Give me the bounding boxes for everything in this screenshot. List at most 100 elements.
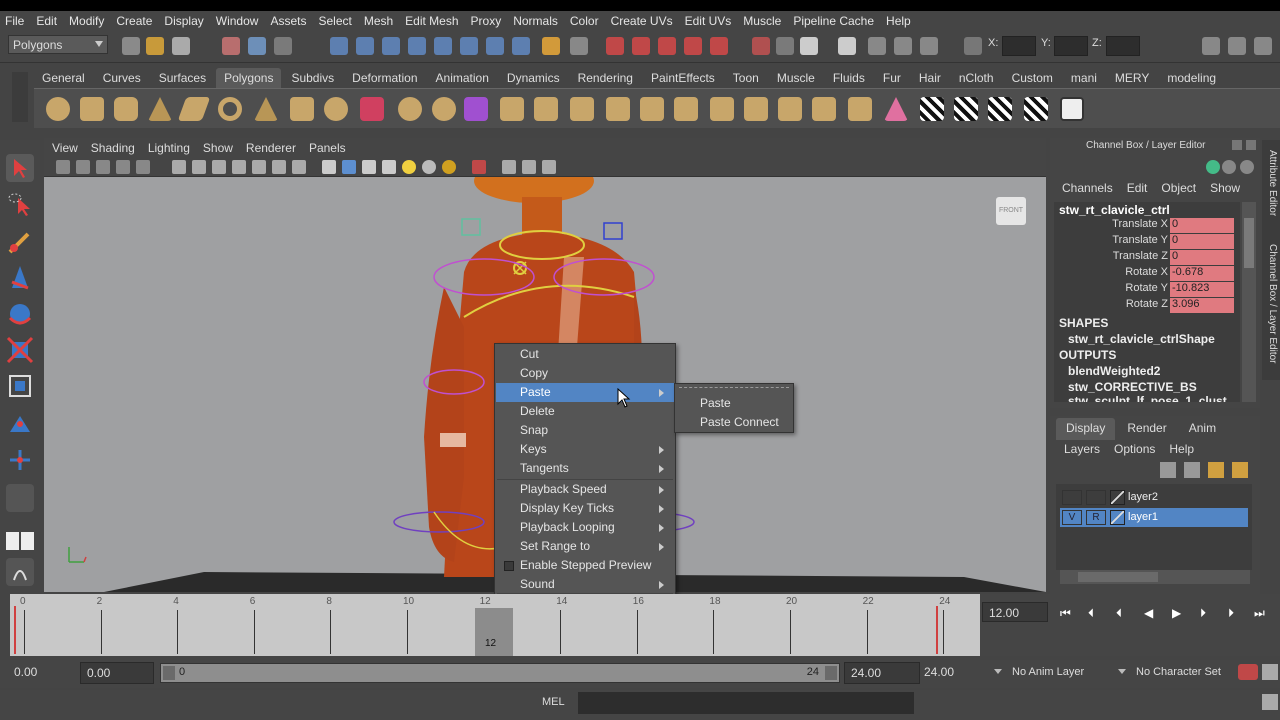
- channel-scrollbar[interactable]: [1242, 202, 1256, 402]
- menu-item-delete[interactable]: Delete: [496, 402, 674, 421]
- character-set-dropdown[interactable]: No Character Set: [1136, 666, 1221, 678]
- uv-snapshot-icon[interactable]: [1024, 97, 1048, 121]
- menu-item-sound[interactable]: Sound: [496, 575, 674, 594]
- menu-select[interactable]: Select: [318, 14, 351, 28]
- output-item[interactable]: stw_CORRECTIVE_BS: [1068, 380, 1197, 394]
- go-to-end-icon[interactable]: ⏭: [1254, 606, 1265, 621]
- time-slider[interactable]: 0 2 4 6 8 10 12 14 16 18 20 22 24 12: [10, 594, 980, 656]
- new-layer-selected-icon[interactable]: [1184, 462, 1200, 478]
- attribute-row[interactable]: Rotate Y -10.823: [1054, 282, 1234, 298]
- channel-menu-channels[interactable]: Channels: [1062, 181, 1113, 197]
- render-frame-icon[interactable]: [838, 37, 856, 55]
- layer-color-icon[interactable]: [1110, 490, 1125, 505]
- snap-view-plane-icon[interactable]: [684, 37, 702, 55]
- playback-end-field[interactable]: 24.00: [844, 662, 920, 684]
- poly-cone-icon[interactable]: [148, 97, 172, 121]
- shelf-tab-fur[interactable]: Fur: [875, 68, 909, 88]
- layer-row[interactable]: layer2: [1060, 488, 1248, 507]
- go-to-start-icon[interactable]: ⏮: [1060, 606, 1071, 621]
- z-field[interactable]: [1106, 36, 1140, 56]
- select-object-icon[interactable]: [248, 37, 266, 55]
- poly-pyramid-icon[interactable]: [290, 97, 314, 121]
- poke-icon[interactable]: [812, 97, 836, 121]
- grid-icon[interactable]: [172, 160, 186, 174]
- menu-item-playback-looping[interactable]: Playback Looping: [496, 518, 674, 537]
- poly-sphere-icon[interactable]: [46, 97, 70, 121]
- panel-menu-show[interactable]: Show: [203, 141, 233, 155]
- shelf-tab-ncloth[interactable]: nCloth: [951, 68, 1002, 88]
- move-layer-down-icon[interactable]: [1232, 462, 1248, 478]
- attribute-editor-tab[interactable]: Attribute Editor: [1264, 150, 1278, 230]
- bevel-icon[interactable]: [710, 97, 734, 121]
- panel-menu-lighting[interactable]: Lighting: [148, 141, 190, 155]
- menu-edit-uvs[interactable]: Edit UVs: [685, 14, 732, 28]
- split-polygon-icon[interactable]: [606, 97, 630, 121]
- select-rendering-icon[interactable]: [486, 37, 504, 55]
- show-hide-tool-settings-icon[interactable]: [1228, 37, 1246, 55]
- select-curve-icon[interactable]: [382, 37, 400, 55]
- insert-edge-loop-icon[interactable]: [640, 97, 664, 121]
- panel-menu-renderer[interactable]: Renderer: [246, 141, 296, 155]
- layer-name[interactable]: layer2: [1128, 491, 1158, 503]
- select-component-icon[interactable]: [274, 37, 292, 55]
- shelf-tab-dynamics[interactable]: Dynamics: [499, 68, 568, 88]
- two-d-pan-zoom-icon[interactable]: [136, 160, 150, 174]
- wireframe-icon[interactable]: [322, 160, 336, 174]
- step-back-key-icon[interactable]: ⏴: [1116, 606, 1122, 621]
- menu-edit-mesh[interactable]: Edit Mesh: [405, 14, 458, 28]
- attribute-value[interactable]: 0: [1170, 234, 1234, 249]
- open-scene-icon[interactable]: [146, 37, 164, 55]
- ipr-render-icon[interactable]: [868, 37, 886, 55]
- y-field[interactable]: [1054, 36, 1088, 56]
- shelf-tab-hair[interactable]: Hair: [911, 68, 949, 88]
- menu-normals[interactable]: Normals: [513, 14, 558, 28]
- shelf-tab-rendering[interactable]: Rendering: [570, 68, 641, 88]
- menu-mesh[interactable]: Mesh: [364, 14, 393, 28]
- layer-tab-display[interactable]: Display: [1056, 418, 1116, 440]
- merge-icon[interactable]: [744, 97, 768, 121]
- chevron-down-icon[interactable]: [994, 669, 1002, 674]
- layer-tab-render[interactable]: Render: [1117, 418, 1176, 440]
- outliner-layout-icon[interactable]: [6, 558, 34, 586]
- safe-title-icon[interactable]: [292, 160, 306, 174]
- select-hierarchy-icon[interactable]: [222, 37, 240, 55]
- shelf-tab-curves[interactable]: Curves: [95, 68, 149, 88]
- chevron-down-icon[interactable]: [1118, 669, 1126, 674]
- menu-set-dropdown[interactable]: Polygons: [8, 35, 108, 54]
- lock-icon[interactable]: [542, 37, 560, 55]
- textured-icon[interactable]: [402, 160, 416, 174]
- resolution-gate-icon[interactable]: [212, 160, 226, 174]
- shape-name[interactable]: stw_rt_clavicle_ctrlShape: [1068, 332, 1215, 346]
- checkbox-icon[interactable]: [504, 561, 514, 571]
- layer-color-icon[interactable]: [1110, 510, 1125, 525]
- attribute-value[interactable]: -10.823: [1170, 282, 1234, 297]
- animation-preferences-icon[interactable]: [1262, 664, 1278, 680]
- attribute-row[interactable]: Rotate X -0.678: [1054, 266, 1234, 282]
- uv-layout-icon[interactable]: [954, 97, 978, 121]
- layer-scroll-thumb[interactable]: [1078, 572, 1158, 582]
- channel-box-tab[interactable]: Channel Box / Layer Editor: [1264, 244, 1278, 374]
- channel-menu-edit[interactable]: Edit: [1127, 181, 1148, 197]
- uv-checker-icon[interactable]: [920, 97, 944, 121]
- menu-item-cut[interactable]: Cut: [496, 345, 674, 364]
- select-camera-icon[interactable]: [56, 160, 70, 174]
- layer-scrollbar[interactable]: [1060, 570, 1250, 584]
- menu-assets[interactable]: Assets: [270, 14, 306, 28]
- extrude-icon[interactable]: [500, 97, 524, 121]
- menu-color[interactable]: Color: [570, 14, 599, 28]
- menu-create-uvs[interactable]: Create UVs: [611, 14, 673, 28]
- play-forwards-icon[interactable]: ▶: [1172, 606, 1181, 620]
- layer-menu-help[interactable]: Help: [1169, 442, 1194, 458]
- channel-box-icon[interactable]: [1206, 160, 1220, 174]
- render-settings-icon[interactable]: [894, 37, 912, 55]
- menu-item-playback-speed[interactable]: Playback Speed: [496, 480, 674, 499]
- menu-muscle[interactable]: Muscle: [743, 14, 781, 28]
- show-manipulator-icon[interactable]: [6, 446, 34, 474]
- shelf-tab-animation[interactable]: Animation: [428, 68, 497, 88]
- offset-edge-loop-icon[interactable]: [674, 97, 698, 121]
- poly-prism-icon[interactable]: [254, 97, 278, 121]
- close-panel-icon[interactable]: [1246, 140, 1256, 150]
- menu-create[interactable]: Create: [116, 14, 152, 28]
- single-perspective-layout-icon[interactable]: [6, 532, 34, 550]
- layer-menu-options[interactable]: Options: [1114, 442, 1155, 458]
